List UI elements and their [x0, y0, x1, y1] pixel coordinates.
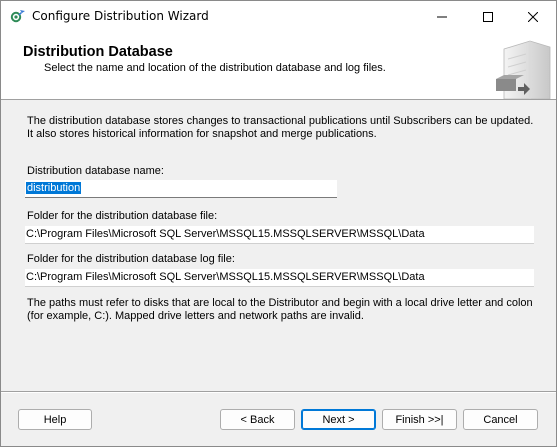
- help-button[interactable]: Help: [18, 409, 92, 430]
- finish-button[interactable]: Finish >>|: [382, 409, 457, 430]
- close-window-button[interactable]: [510, 1, 556, 32]
- maximize-button[interactable]: [465, 1, 511, 32]
- db-folder-input[interactable]: C:\Program Files\Microsoft SQL Server\MS…: [25, 226, 534, 244]
- footer-divider-highlight: [1, 392, 556, 393]
- db-folder-label: Folder for the distribution database fil…: [27, 210, 218, 222]
- log-folder-input[interactable]: C:\Program Files\Microsoft SQL Server\MS…: [25, 269, 534, 287]
- next-button[interactable]: Next >: [301, 409, 376, 430]
- db-name-input[interactable]: distribution: [25, 180, 337, 198]
- server-illustration-icon: [496, 40, 551, 99]
- header-banner: Distribution Database Select the name an…: [1, 32, 556, 100]
- title-bar[interactable]: Configure Distribution Wizard: [1, 1, 556, 32]
- wizard-window: Configure Distribution Wizard Distributi…: [0, 0, 557, 447]
- close-icon: [528, 11, 538, 22]
- cancel-button[interactable]: Cancel: [463, 409, 538, 430]
- page-subtitle: Select the name and location of the dist…: [44, 62, 386, 74]
- minimize-icon: [437, 16, 447, 17]
- back-button[interactable]: < Back: [220, 409, 295, 430]
- maximize-icon: [483, 11, 493, 22]
- window-title: Configure Distribution Wizard: [32, 9, 209, 23]
- db-name-label: Distribution database name:: [27, 165, 164, 177]
- log-folder-label: Folder for the distribution database log…: [27, 253, 235, 265]
- page-title: Distribution Database: [23, 44, 173, 60]
- db-name-selected-text: distribution: [26, 182, 82, 194]
- minimize-button[interactable]: [419, 1, 465, 32]
- wizard-gear-icon: [10, 8, 26, 24]
- description-text: The distribution database stores changes…: [27, 115, 534, 140]
- path-note-text: The paths must refer to disks that are l…: [27, 297, 533, 322]
